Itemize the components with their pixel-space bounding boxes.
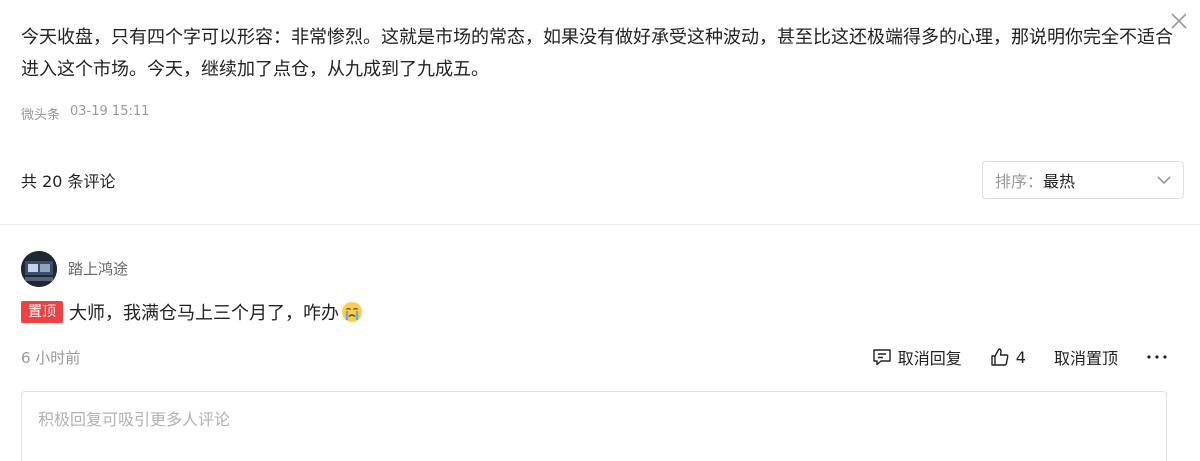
like-button[interactable]: 4	[990, 347, 1026, 367]
comment-count: 共 20 条评论	[21, 172, 116, 191]
more-options-icon[interactable]	[1146, 354, 1168, 360]
reply-input[interactable]	[21, 391, 1167, 461]
post-text: 今天收盘，只有四个字可以形容：非常惨烈。这就是市场的常态，如果没有做好承受这种波…	[21, 27, 1173, 80]
post-timestamp: 03-19 15:11	[70, 104, 150, 119]
username[interactable]: 踏上鸿途	[68, 258, 128, 279]
post-source: 微头条	[21, 108, 61, 123]
unpin-button[interactable]: 取消置顶	[1054, 345, 1118, 369]
sort-value: 最热	[1043, 172, 1076, 191]
thumbs-up-icon	[991, 348, 1009, 366]
comment-icon	[873, 349, 891, 366]
sort-select[interactable]: 排序： 最热	[982, 161, 1184, 199]
cancel-reply-button[interactable]: 取消回复	[872, 345, 962, 369]
chevron-down-icon	[1157, 176, 1171, 184]
divider	[0, 224, 1200, 225]
comment-actions: 取消回复 4 取消置顶	[872, 345, 1168, 369]
page: 今天收盘，只有四个字可以形容：非常惨烈。这就是市场的常态，如果没有做好承受这种波…	[0, 0, 1200, 461]
cancel-reply-label: 取消回复	[897, 349, 962, 368]
crying-face-emoji-icon	[342, 302, 362, 322]
comment-body: 置顶 大师，我满仓马上三个月了，咋办	[21, 299, 363, 325]
unpin-label: 取消置顶	[1053, 349, 1118, 368]
sort-label: 排序：	[995, 172, 1044, 191]
pinned-badge: 置顶	[21, 301, 63, 323]
avatar[interactable]	[21, 251, 57, 287]
like-count: 4	[1015, 347, 1026, 367]
post-meta: 微头条 03-19 15:11	[21, 104, 149, 123]
comment-text: 大师，我满仓马上三个月了，咋办	[69, 303, 339, 324]
comment-time: 6 小时前	[21, 349, 81, 367]
